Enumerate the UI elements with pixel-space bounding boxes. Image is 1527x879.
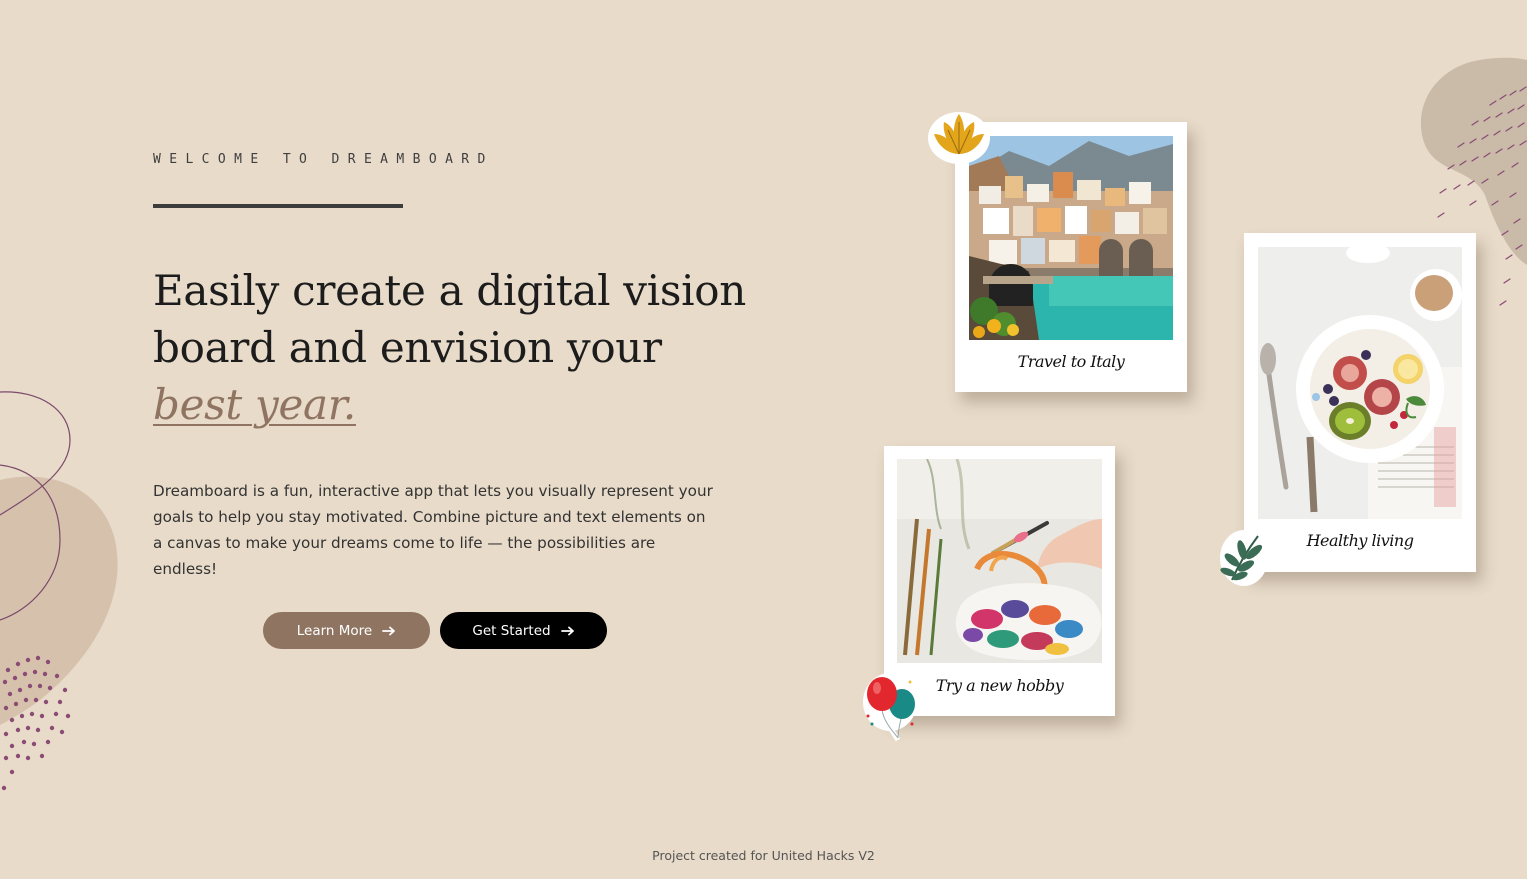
fern-sticker-icon bbox=[1220, 530, 1268, 586]
learn-more-label: Learn More bbox=[296, 622, 373, 639]
polaroid-healthy: Healthy living bbox=[1244, 233, 1476, 572]
get-started-label: Get Started bbox=[472, 622, 551, 639]
healthy-photo bbox=[1258, 247, 1462, 519]
arrow-right-icon bbox=[560, 626, 574, 635]
hobby-photo bbox=[897, 459, 1102, 663]
page-title: Easily create a digital vision board and… bbox=[153, 262, 753, 433]
title-main: Easily create a digital vision board and… bbox=[153, 266, 746, 372]
italy-caption: Travel to Italy bbox=[1017, 352, 1125, 371]
title-emphasis: best year. bbox=[153, 380, 356, 429]
healthy-caption: Healthy living bbox=[1306, 531, 1414, 550]
left-decoration bbox=[0, 391, 118, 791]
italy-photo bbox=[969, 136, 1173, 340]
learn-more-button[interactable]: Learn More bbox=[263, 612, 430, 649]
leaf-sticker-icon bbox=[928, 112, 990, 164]
hero-description: Dreamboard is a fun, interactive app tha… bbox=[153, 482, 713, 578]
footer-text: Project created for United Hacks V2 bbox=[652, 848, 875, 863]
get-started-button[interactable]: Get Started bbox=[440, 612, 607, 649]
balloons-sticker-icon bbox=[863, 673, 917, 742]
eyebrow-text: WELCOME TO DREAMBOARD bbox=[153, 152, 494, 167]
arrow-right-icon bbox=[382, 626, 396, 635]
divider-rule bbox=[153, 204, 403, 208]
